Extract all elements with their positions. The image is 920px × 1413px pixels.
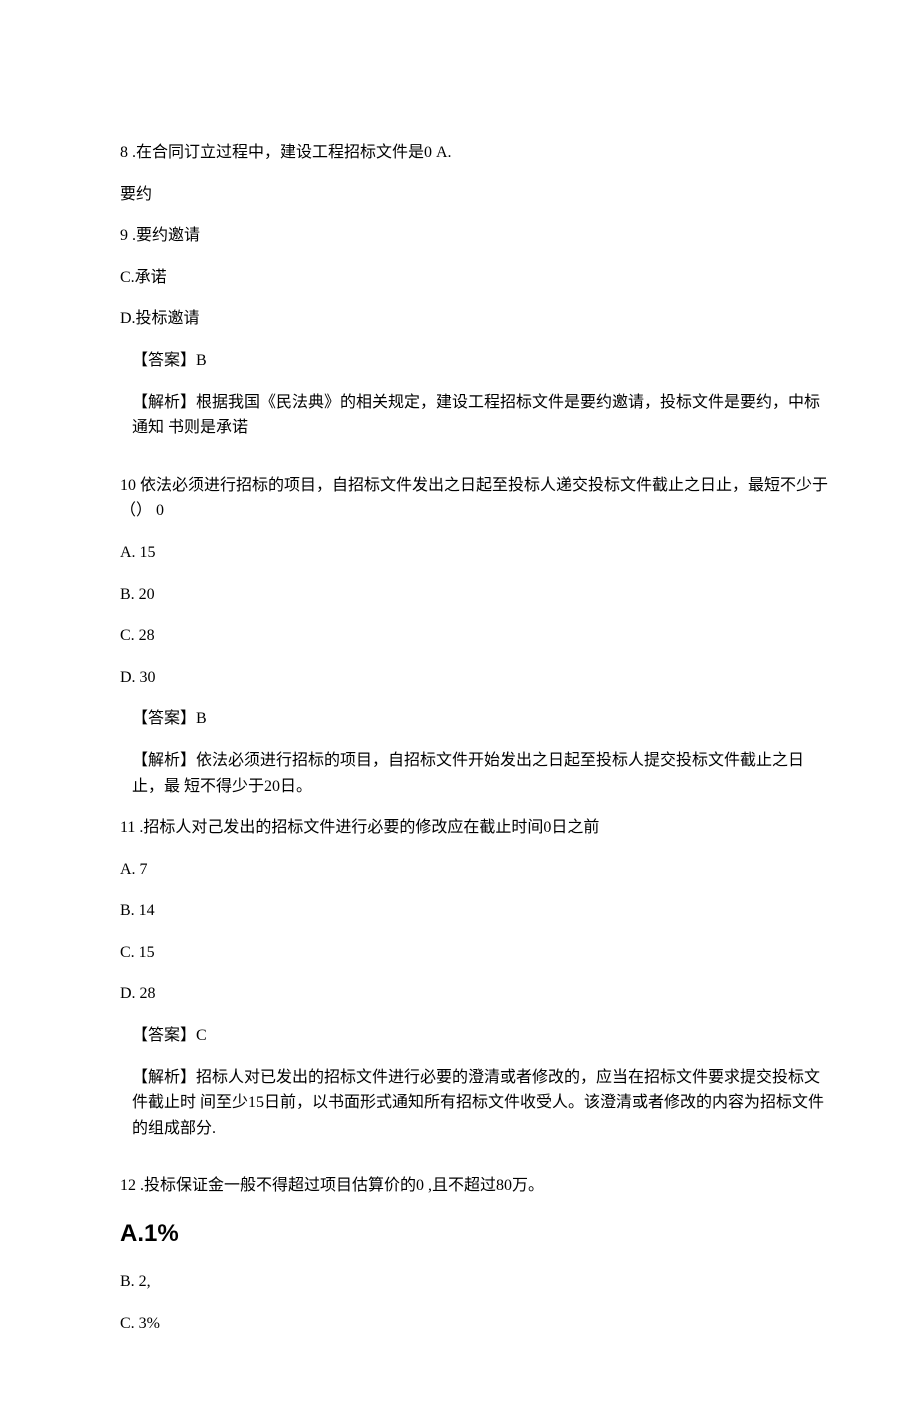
q12-option-a: A.1% xyxy=(90,1215,830,1253)
q8-answer: 【答案】B xyxy=(90,348,830,374)
q11-option-b: B. 14 xyxy=(90,898,830,924)
q8-option-a-line2: 要约 xyxy=(90,182,830,208)
q8-explanation: 【解析】根据我国《民法典》的相关规定，建设工程招标文件是要约邀请，投标文件是要约… xyxy=(90,390,830,441)
q10-option-a: A. 15 xyxy=(90,540,830,566)
q10-option-c: C. 28 xyxy=(90,623,830,649)
q11-option-c: C. 15 xyxy=(90,940,830,966)
q11-answer: 【答案】C xyxy=(90,1023,830,1049)
q11-option-a: A. 7 xyxy=(90,857,830,883)
spacer xyxy=(90,457,830,473)
q11-stem: 11 .招标人对己发出的招标文件进行必要的修改应在截止时间0日之前 xyxy=(90,815,830,841)
q8-option-c: C.承诺 xyxy=(90,265,830,291)
q11-option-d: D. 28 xyxy=(90,981,830,1007)
q8-option-d: D.投标邀请 xyxy=(90,306,830,332)
q10-stem: 10 依法必须进行招标的项目，自招标文件发出之日起至投标人递交投标文件截止之日止… xyxy=(90,473,830,524)
spacer xyxy=(90,1157,830,1173)
q12-option-b: B. 2, xyxy=(90,1269,830,1295)
document-page: 8 .在合同订立过程中，建设工程招标文件是0 A. 要约 9 .要约邀请 C.承… xyxy=(0,0,920,1413)
q8-stem: 8 .在合同订立过程中，建设工程招标文件是0 A. xyxy=(90,140,830,166)
q10-option-d: D. 30 xyxy=(90,665,830,691)
q10-answer: 【答案】B xyxy=(90,706,830,732)
q11-explanation: 【解析】招标人对已发出的招标文件进行必要的澄清或者修改的，应当在招标文件要求提交… xyxy=(90,1065,830,1142)
q12-option-c: C. 3% xyxy=(90,1311,830,1337)
q12-stem: 12 .投标保证金一般不得超过项目估算价的0 ,且不超过80万。 xyxy=(90,1173,830,1199)
q10-option-b: B. 20 xyxy=(90,582,830,608)
q8-option-b: 9 .要约邀请 xyxy=(90,223,830,249)
q10-explanation: 【解析】依法必须进行招标的项目，自招标文件开始发出之日起至投标人提交投标文件截止… xyxy=(90,748,830,799)
